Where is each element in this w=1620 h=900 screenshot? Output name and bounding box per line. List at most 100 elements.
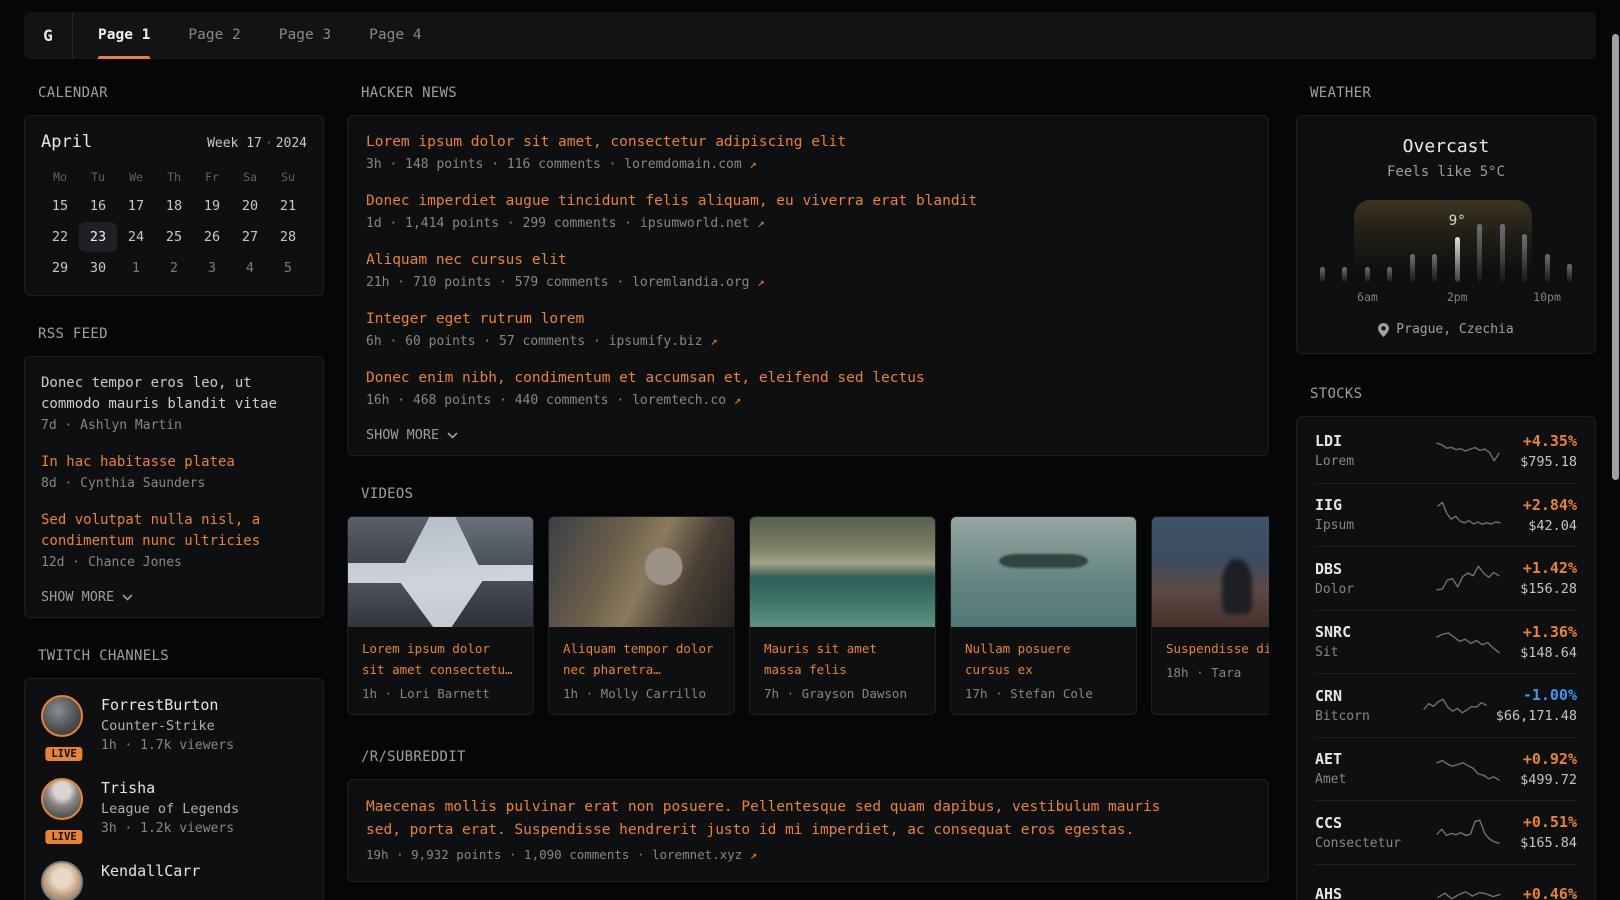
- stock-row[interactable]: IIGIpsum+2.84%$42.04: [1315, 483, 1577, 547]
- video-card[interactable]: Aliquam tempor dolor nec pharetra… 1h · M…: [548, 516, 735, 715]
- video-card-body: Nullam posuere cursus ex 17h · Stefan Col…: [951, 627, 1136, 714]
- app-logo[interactable]: G: [24, 12, 73, 59]
- tab-page-4[interactable]: Page 4: [350, 12, 440, 59]
- video-title-link[interactable]: Aliquam tempor dolor nec pharetra…: [563, 638, 720, 680]
- twitch-channel-name[interactable]: KendallCarr: [101, 861, 200, 882]
- video-card[interactable]: Suspendisse diam18h · Tara: [1151, 516, 1269, 715]
- subreddit-section-title: /R/SUBREDDIT: [361, 749, 1269, 765]
- video-thumbnail[interactable]: [549, 517, 734, 627]
- weather-bar-column: [1545, 254, 1550, 282]
- hackernews-item-meta: 3h · 148 points · 116 comments · loremdo…: [366, 154, 1250, 175]
- weather-location-label: Prague, Czechia: [1396, 322, 1513, 337]
- hackernews-list: Lorem ipsum dolor sit amet, consectetur …: [366, 131, 1250, 411]
- weather-bar: [1387, 267, 1392, 282]
- weather-bar: [1567, 264, 1572, 282]
- stock-change: +4.35%: [1520, 432, 1577, 450]
- stock-price: $795.18: [1520, 454, 1577, 470]
- stock-values: +1.42% $156.28: [1520, 559, 1577, 597]
- stock-sparkline: [1415, 498, 1523, 532]
- twitch-avatar[interactable]: [41, 861, 87, 900]
- subreddit-post: Maecenas mollis pulvinar erat non posuer…: [366, 796, 1250, 865]
- rss-item-link[interactable]: Donec tempor eros leo, ut commodo mauris…: [41, 373, 307, 415]
- stocks-widget: STOCKS LDILorem+4.35%$795.18IIGIpsum+2.8…: [1296, 386, 1596, 900]
- weather-bar: [1432, 254, 1437, 282]
- video-title-link[interactable]: Nullam posuere cursus ex: [965, 638, 1122, 680]
- stock-name: Ipsum: [1315, 518, 1415, 533]
- tab-page-3[interactable]: Page 3: [260, 12, 350, 59]
- stock-row[interactable]: SNRCSit +1.36%$148.64: [1315, 610, 1577, 674]
- calendar-year: 2024: [276, 136, 307, 151]
- calendar-weekday: Th: [155, 164, 193, 190]
- videos-widget: VIDEOS Lorem ipsum dolor sit amet consec…: [347, 486, 1269, 715]
- stock-row[interactable]: AHS+0.46%: [1315, 864, 1577, 900]
- calendar-weekday: Fr: [193, 164, 231, 190]
- hackernews-show-more-button[interactable]: SHOW MORE: [366, 427, 1250, 443]
- hackernews-item: Integer eget rutrum lorem6h · 60 points …: [366, 308, 1250, 352]
- video-meta: 17h · Stefan Cole: [965, 686, 1122, 701]
- hackernews-item-link[interactable]: Donec enim nibh, condimentum et accumsan…: [366, 367, 1250, 389]
- video-title-link[interactable]: Mauris sit amet massa felis: [764, 638, 921, 680]
- stock-price: $156.28: [1520, 581, 1577, 597]
- calendar-day: 22: [41, 222, 79, 252]
- twitch-avatar[interactable]: LIVE: [41, 778, 87, 839]
- stock-info: SNRCSit: [1315, 623, 1415, 660]
- stock-row[interactable]: CRNBitcorn-1.00%$66,171.48: [1315, 673, 1577, 737]
- stock-row[interactable]: CCSConsectetur+0.51%$165.84: [1315, 800, 1577, 864]
- video-thumbnail[interactable]: [951, 517, 1136, 627]
- twitch-channel-name[interactable]: ForrestBurton: [101, 695, 234, 716]
- rss-item-link[interactable]: In hac habitasse platea: [41, 452, 307, 473]
- video-card-body: Mauris sit amet massa felis7h · Grayson …: [750, 627, 935, 714]
- subreddit-post-link[interactable]: Maecenas mollis pulvinar erat non posuer…: [366, 796, 1178, 842]
- weather-condition: Overcast: [1313, 136, 1579, 157]
- twitch-channel-row[interactable]: LIVEForrestBurtonCounter-Strike1h · 1.7k…: [41, 695, 307, 756]
- video-title-link[interactable]: Lorem ipsum dolor sit amet consectetu…: [362, 638, 519, 680]
- stock-row[interactable]: AETAmet+0.92%$499.72: [1315, 737, 1577, 801]
- stock-change: -1.00%: [1496, 686, 1577, 704]
- subreddit-widget: /R/SUBREDDIT Maecenas mollis pulvinar er…: [347, 749, 1269, 882]
- hackernews-item-link[interactable]: Aliquam nec cursus elit: [366, 249, 1250, 271]
- tab-page-2[interactable]: Page 2: [169, 12, 259, 59]
- video-meta: 1h · Molly Carrillo: [563, 686, 720, 701]
- stock-symbol: LDI: [1315, 432, 1415, 450]
- vertical-scrollbar[interactable]: [1612, 34, 1619, 480]
- stock-info: LDILorem: [1315, 432, 1415, 469]
- hackernews-item-link[interactable]: Donec imperdiet augue tincidunt felis al…: [366, 190, 1250, 212]
- stock-info: AETAmet: [1315, 750, 1415, 787]
- stock-row[interactable]: LDILorem +4.35% $795.18: [1315, 419, 1577, 483]
- weather-bar: [1545, 254, 1550, 282]
- calendar-weekday: Su: [269, 164, 307, 190]
- video-title-link[interactable]: Suspendisse diam: [1166, 638, 1269, 659]
- twitch-avatar[interactable]: LIVE: [41, 695, 87, 756]
- video-card[interactable]: Mauris sit amet massa felis7h · Grayson …: [749, 516, 936, 715]
- stock-row[interactable]: DBSDolor+1.42%$156.28: [1315, 546, 1577, 610]
- twitch-channel-row[interactable]: KendallCarr: [41, 861, 307, 900]
- video-card[interactable]: Lorem ipsum dolor sit amet consectetu…1h…: [347, 516, 534, 715]
- twitch-channel-meta: 1h · 1.7k viewers: [101, 736, 234, 756]
- video-card[interactable]: Nullam posuere cursus ex 17h · Stefan Col…: [950, 516, 1137, 715]
- stock-values: +1.36%$148.64: [1520, 623, 1577, 661]
- hackernews-card: Lorem ipsum dolor sit amet, consectetur …: [347, 115, 1269, 456]
- hackernews-item-link[interactable]: Integer eget rutrum lorem: [366, 308, 1250, 330]
- hackernews-item-meta: 16h · 468 points · 440 comments · loremt…: [366, 390, 1250, 411]
- video-thumbnail[interactable]: [750, 517, 935, 627]
- video-thumbnail[interactable]: [348, 517, 533, 627]
- rss-show-more-button[interactable]: SHOW MORE: [41, 589, 307, 605]
- calendar-day: 27: [231, 222, 269, 252]
- stock-change: +1.36%: [1520, 623, 1577, 641]
- sparkline-chart: [1435, 625, 1501, 659]
- video-card-body: Aliquam tempor dolor nec pharetra… 1h · M…: [549, 627, 734, 714]
- stock-change: +1.42%: [1520, 559, 1577, 577]
- twitch-channel-name[interactable]: Trisha: [101, 778, 239, 799]
- hackernews-item-link[interactable]: Lorem ipsum dolor sit amet, consectetur …: [366, 131, 1250, 153]
- external-link-icon: ↗: [750, 157, 757, 171]
- rss-item-link[interactable]: Sed volutpat nulla nisl, a condimentum n…: [41, 510, 307, 552]
- rss-item: Sed volutpat nulla nisl, a condimentum n…: [41, 510, 307, 573]
- rss-item: In hac habitasse platea8d · Cynthia Saun…: [41, 452, 307, 494]
- calendar-day: 16: [79, 191, 117, 221]
- tab-page-1[interactable]: Page 1: [79, 12, 169, 59]
- stock-info: AHS: [1315, 885, 1415, 900]
- twitch-channel-row[interactable]: LIVETrishaLeague of Legends3h · 1.2k vie…: [41, 778, 307, 839]
- twitch-card: LIVEForrestBurtonCounter-Strike1h · 1.7k…: [24, 678, 324, 900]
- sparkline-chart: [1435, 815, 1501, 849]
- video-thumbnail[interactable]: [1152, 517, 1269, 627]
